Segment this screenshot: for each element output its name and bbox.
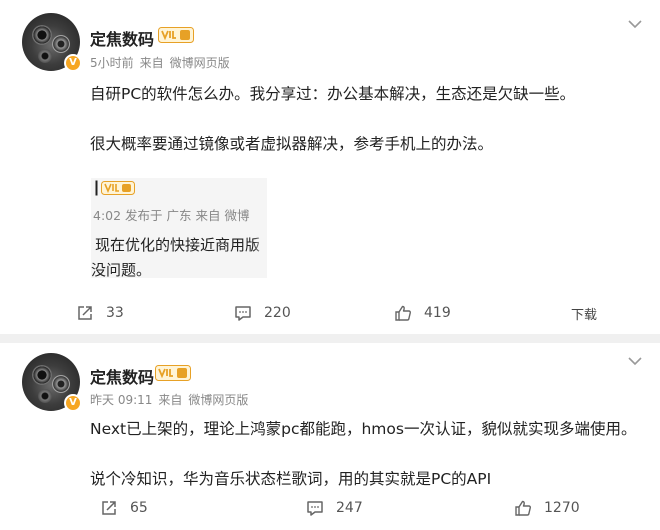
like-icon (395, 305, 411, 321)
comment-icon (307, 501, 323, 516)
like-count: 1270 (544, 500, 580, 516)
share-icon (102, 501, 116, 515)
comment-icon (235, 306, 251, 321)
post-text-line: 说个冷知识，华为音乐状态栏歌词，用的其实就是PC的API (90, 470, 492, 488)
author-name[interactable]: 定焦数码 (90, 364, 154, 388)
post-card: V 定焦数码 昨天 09:11 来自 微博网页版 Next已上架的，理论上鸿蒙pc都… (0, 343, 660, 530)
post-card: V 定焦数码 5小时前 来自 微博网页版 自研PC的软件怎么办。我分享过：办公基本解… (0, 0, 660, 334)
post-source[interactable]: 微博网页版 (170, 56, 230, 70)
avatar[interactable]: V (22, 13, 82, 72)
share-button[interactable]: 65 (100, 499, 148, 517)
source-prefix: 来自 (139, 56, 164, 70)
vip-badge-icon (158, 27, 194, 43)
post-meta: 5小时前 来自 微博网页版 (90, 54, 236, 71)
like-button[interactable]: 419 (394, 304, 451, 322)
share-count: 65 (130, 500, 148, 516)
like-count: 419 (424, 305, 451, 321)
quoted-meta: 4:02 发布于 广东 来自 微博 (93, 208, 250, 223)
quoted-text-line: 现在优化的快接近商用版 (95, 236, 261, 254)
vip-badge-icon (155, 365, 191, 381)
author-name[interactable]: 定焦数码 (90, 26, 154, 50)
share-button[interactable]: 33 (76, 304, 124, 322)
post-text-line: 自研PC的软件怎么办。我分享过：办公基本解决，生态还是欠缺一些。 (90, 85, 576, 103)
comment-count: 247 (336, 500, 363, 516)
action-bar: 33 220 419 下载 (0, 304, 660, 328)
source-prefix: 来自 (158, 393, 183, 407)
share-count: 33 (106, 305, 124, 321)
download-label: 下载 (571, 308, 598, 323)
avatar[interactable]: V (22, 353, 82, 412)
quoted-post[interactable]: 4:02 发布于 广东 来自 微博 现在优化的快接近商用版 没问题。 (91, 178, 267, 278)
comment-button[interactable]: 220 (234, 304, 291, 322)
download-button[interactable]: 下载 (571, 304, 597, 323)
like-icon (515, 500, 531, 516)
action-bar: 65 247 1270 (0, 499, 660, 523)
verified-icon: V (64, 394, 82, 412)
share-icon (78, 306, 92, 320)
vip-badge-icon (95, 180, 135, 196)
like-button[interactable]: 1270 (514, 499, 580, 517)
chevron-down-icon[interactable] (628, 19, 642, 29)
post-text-line: 很大概率要通过镜像或者虚拟器解决，参考手机上的办法。 (90, 135, 494, 153)
comment-count: 220 (264, 305, 291, 321)
post-text-line: Next已上架的，理论上鸿蒙pc都能跑，hmos一次认证，貌似就实现多端使用。 (90, 420, 637, 438)
post-time[interactable]: 昨天 09:11 (90, 393, 152, 407)
post-source[interactable]: 微博网页版 (188, 393, 248, 407)
chevron-down-icon[interactable] (628, 356, 642, 366)
post-meta: 昨天 09:11 来自 微博网页版 (90, 391, 254, 408)
post-time[interactable]: 5小时前 (90, 56, 134, 70)
verified-icon: V (64, 54, 82, 72)
comment-button[interactable]: 247 (306, 499, 363, 517)
quoted-text-line: 没问题。 (91, 261, 152, 278)
